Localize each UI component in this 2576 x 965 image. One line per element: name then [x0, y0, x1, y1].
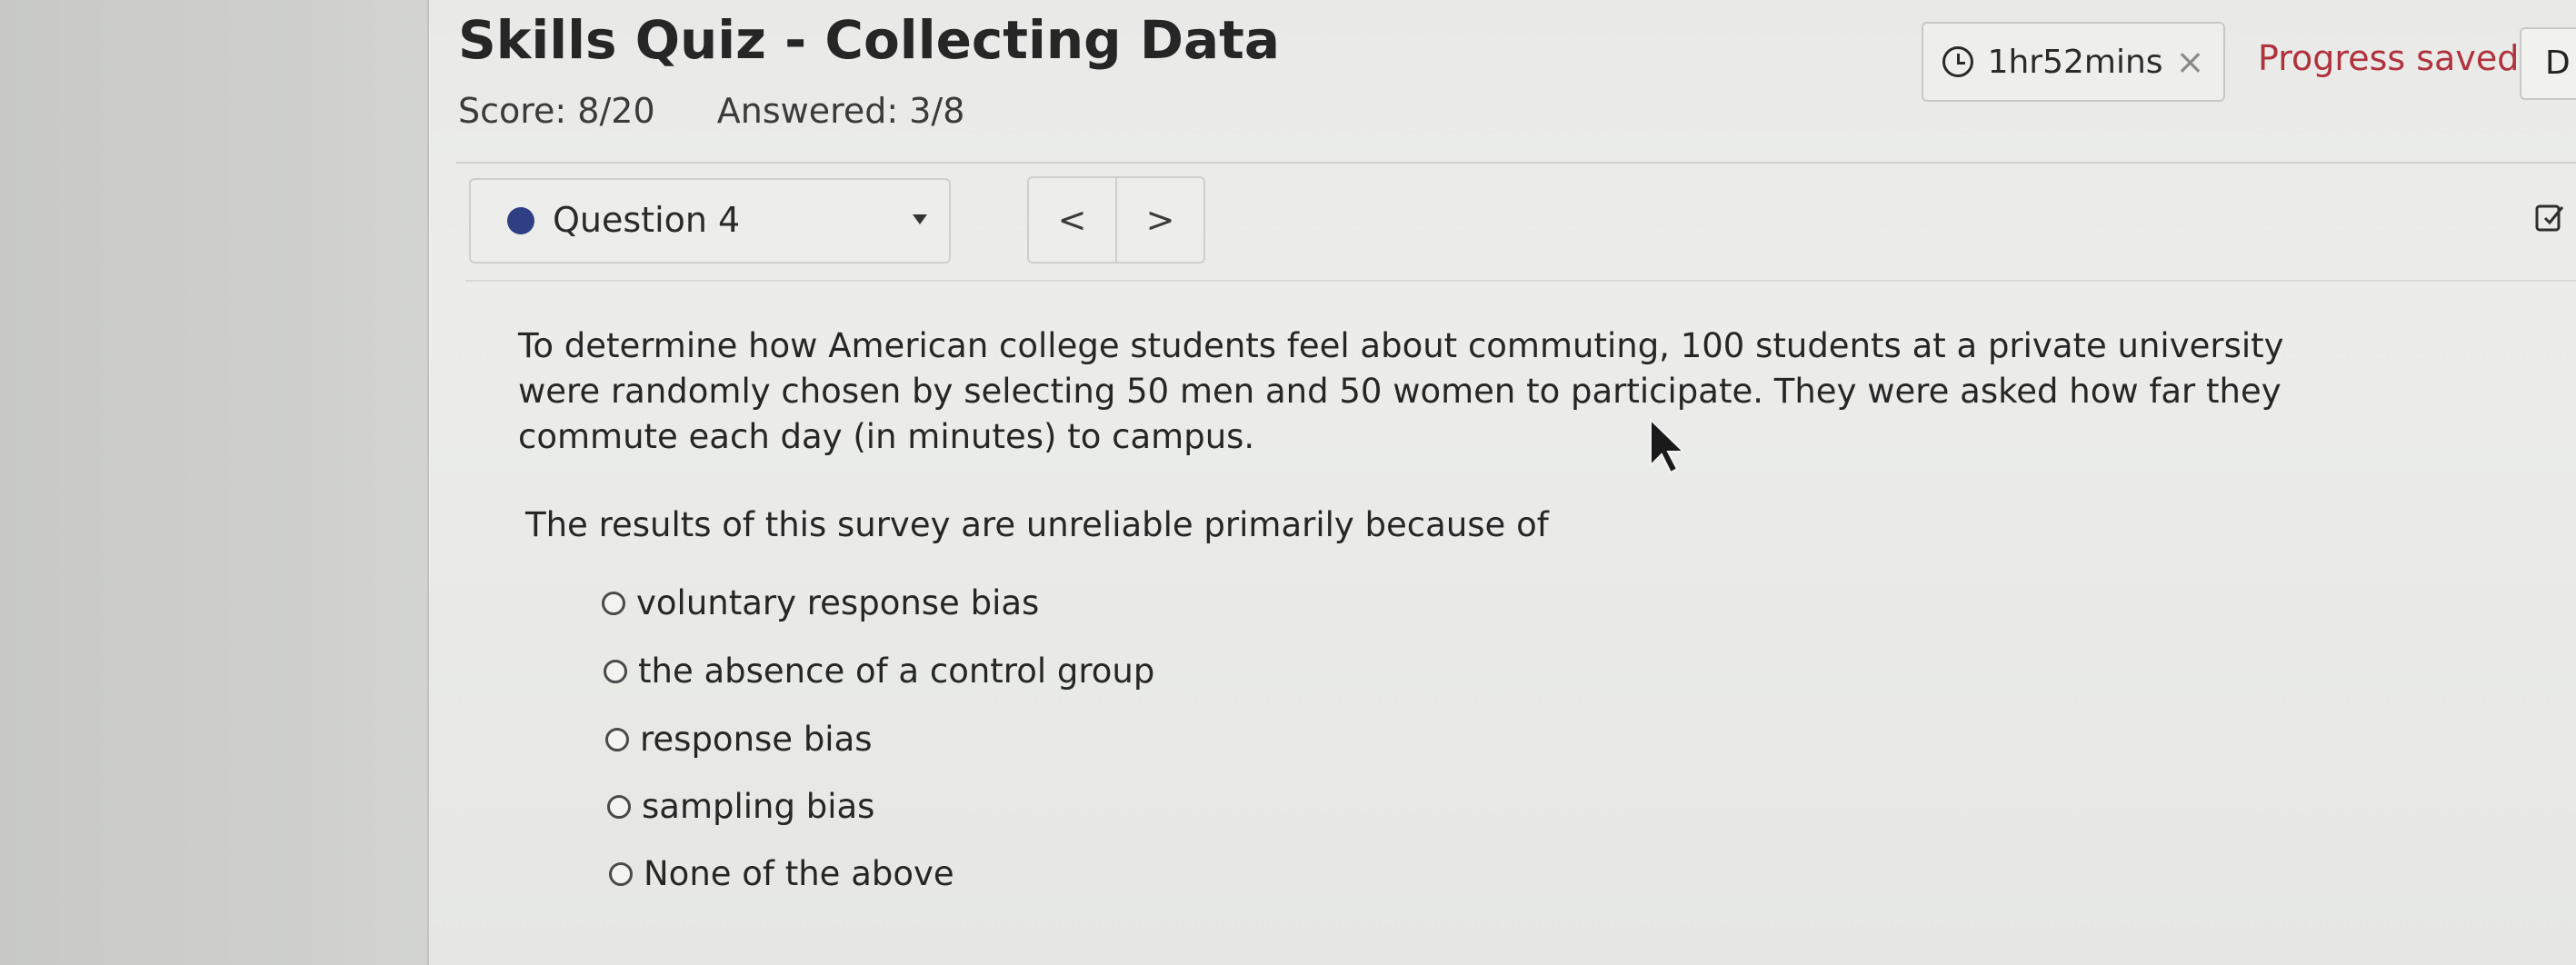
- radio-button[interactable]: [602, 591, 625, 615]
- chevron-down-icon: [913, 214, 927, 224]
- divider: [456, 162, 2576, 164]
- answer-option-label: voluntary response bias: [636, 583, 1040, 622]
- timer-text: 1hr52mins: [1987, 43, 2163, 81]
- page-title: Skills Quiz - Collecting Data: [458, 9, 1281, 71]
- answer-option[interactable]: the absence of a control group: [604, 652, 1154, 691]
- answer-option-label: response bias: [640, 720, 873, 759]
- radio-button[interactable]: [607, 794, 631, 819]
- question-ask: The results of this survey are unreliabl…: [525, 505, 1549, 544]
- divider: [465, 280, 2576, 282]
- answer-option[interactable]: None of the above: [609, 854, 954, 893]
- close-icon[interactable]: ×: [2176, 42, 2205, 82]
- progress-status: Progress saved: [2258, 38, 2520, 78]
- question-selector-label: Question 4: [553, 200, 741, 240]
- answer-option-label: the absence of a control group: [638, 652, 1155, 691]
- answer-option[interactable]: response bias: [605, 720, 873, 759]
- left-margin: [0, 0, 429, 965]
- score-text: Score: 8/20: [458, 91, 655, 131]
- status-dot: [507, 207, 534, 234]
- question-nav: < >: [1027, 176, 1205, 264]
- answer-option[interactable]: voluntary response bias: [602, 583, 1039, 622]
- radio-button[interactable]: [605, 727, 629, 751]
- answer-option-label: sampling bias: [642, 787, 875, 826]
- radio-button[interactable]: [609, 861, 633, 886]
- clock-icon: [1942, 46, 1973, 77]
- done-button[interactable]: D: [2520, 27, 2576, 100]
- previous-question-button[interactable]: <: [1029, 178, 1115, 262]
- mouse-cursor-icon: [1650, 418, 1686, 474]
- quiz-panel: Skills Quiz - Collecting Data Score: 8/2…: [429, 0, 2576, 965]
- answered-text: Answered: 3/8: [716, 91, 965, 131]
- answer-option-label: None of the above: [644, 854, 954, 893]
- question-selector[interactable]: Question 4: [469, 178, 951, 264]
- question-prompt: To determine how American college studen…: [518, 326, 2284, 456]
- next-question-button[interactable]: >: [1115, 178, 1203, 262]
- radio-button[interactable]: [604, 659, 627, 683]
- score-summary: Score: 8/20 Answered: 3/8: [458, 91, 964, 131]
- edit-icon[interactable]: [2534, 202, 2565, 233]
- answer-option[interactable]: sampling bias: [607, 787, 874, 826]
- timer-badge[interactable]: 1hr52mins ×: [1922, 22, 2225, 102]
